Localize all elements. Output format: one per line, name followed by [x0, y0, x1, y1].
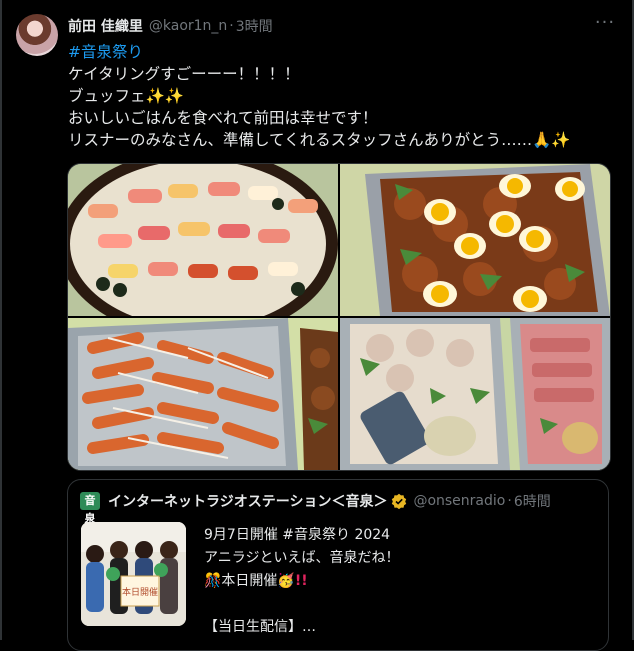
quoted-line: 【当日生配信】… [204, 619, 316, 635]
quoted-post-time[interactable]: 6時間 [514, 491, 551, 511]
quoted-author-handle[interactable]: @onsenradio [413, 493, 505, 509]
quoted-line [204, 593, 399, 616]
post-line: ケイタリングすごーーー！！！！ [68, 65, 300, 83]
photo-platters[interactable] [340, 318, 610, 470]
hashtag-link[interactable]: #音泉祭り [68, 43, 143, 61]
photo-sushi-platter[interactable] [68, 164, 338, 316]
dot-separator: · [229, 18, 234, 34]
thumbnail-sign: 本日開催 [122, 586, 158, 598]
photo-chicken-eggs[interactable] [340, 164, 610, 316]
avatar[interactable] [16, 14, 58, 56]
quoted-post[interactable]: 音泉 インターネットラジオステーション＜音泉＞ @onsenradio · 6時… [67, 479, 609, 651]
more-dots-icon[interactable]: ··· [594, 14, 616, 36]
post-line: リスナーのみなさん、準備してくれるスタッフさんありがとう……🙏✨ [68, 131, 571, 149]
verified-badge-icon [391, 493, 407, 510]
post-time[interactable]: 3時間 [236, 16, 273, 36]
onsen-logo-icon: 音泉 [80, 492, 100, 525]
quoted-text: 9月7日開催 #音泉祭り 2024 アニラジといえば、音泉だね！ 🎊本日開催🥳!… [204, 524, 399, 639]
author-handle[interactable]: @kaor1n_n [149, 18, 227, 34]
dot-separator: · [507, 493, 512, 509]
author-name[interactable]: 前田 佳織里 [68, 16, 143, 36]
photo-sausages[interactable] [68, 318, 338, 470]
quoted-header: インターネットラジオステーション＜音泉＞ @onsenradio · 6時間 [108, 491, 551, 511]
quoted-thumbnail[interactable]: 本日開催 [81, 522, 186, 626]
quoted-line: 9月7日開催 #音泉祭り 2024 [204, 527, 391, 543]
post-line: おいしいごはんを食べれて前田は幸せです！ [68, 109, 378, 127]
alert-exclamation: !! [294, 573, 308, 589]
window-border-left [0, 0, 2, 640]
post-text: #音泉祭り ケイタリングすごーーー！！！！ ブュッフェ✨✨ おいしいごはんを食べ… [68, 41, 608, 151]
quoted-line: アニラジといえば、音泉だね！ [204, 550, 400, 566]
media-grid [67, 163, 611, 471]
quoted-line: 🎊本日開催🥳 [204, 573, 295, 589]
quoted-author-name[interactable]: インターネットラジオステーション＜音泉＞ [108, 491, 387, 511]
post-header: 前田 佳織里 @kaor1n_n · 3時間 [68, 16, 273, 36]
post-line: ブュッフェ✨✨ [68, 87, 185, 105]
